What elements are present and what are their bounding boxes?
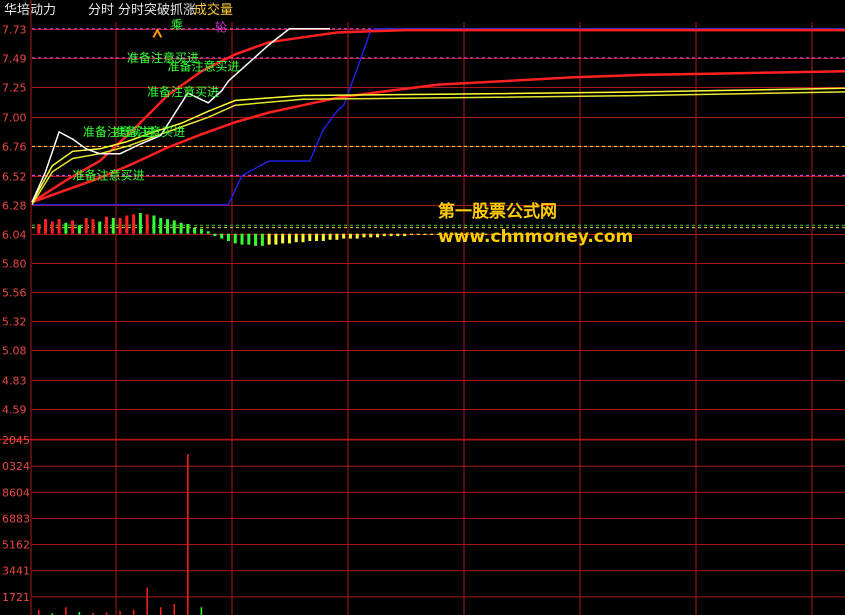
price-tick-label: 6.52	[2, 171, 27, 184]
histogram-bar	[362, 233, 366, 238]
histogram-bar	[77, 225, 81, 234]
signal-label: 准备注意买进	[147, 84, 219, 99]
histogram-bar	[37, 224, 41, 234]
watermark: 第一股票公式网 www.chnmoney.com	[438, 197, 633, 247]
histogram-bar	[152, 215, 156, 234]
histogram-bar	[213, 233, 217, 237]
histogram-bar	[423, 233, 427, 235]
histogram-bar	[382, 233, 386, 237]
histogram-bar	[260, 233, 264, 246]
histogram-bar	[172, 220, 176, 234]
histogram-bar	[294, 233, 298, 243]
histogram-bar	[206, 231, 210, 234]
volume-tick-label: 2045	[2, 434, 30, 447]
price-tick-label: 5.08	[2, 345, 27, 358]
histogram-bar	[254, 233, 258, 246]
histogram-bar	[111, 217, 115, 234]
histogram-bar	[308, 233, 312, 241]
histogram-bar	[193, 227, 197, 234]
histogram-bar	[335, 233, 339, 240]
histogram-bar	[132, 214, 136, 234]
watermark-title: 第一股票公式网	[438, 202, 557, 222]
histogram-bar	[159, 217, 163, 234]
price-tick-label: 5.80	[2, 258, 27, 271]
volume-tick-label: 6883	[2, 512, 30, 525]
price-tick-label: 5.32	[2, 316, 27, 329]
histogram-bar	[64, 222, 68, 234]
histogram-bar	[403, 233, 407, 237]
histogram-bar	[199, 228, 203, 234]
price-tick-label: 7.25	[2, 82, 27, 95]
histogram-bar	[71, 220, 75, 234]
histogram-bar	[274, 233, 278, 245]
histogram-bar	[287, 233, 291, 244]
price-tick-label: 6.04	[2, 229, 27, 242]
histogram-bar	[416, 233, 420, 235]
histogram-bar	[301, 233, 305, 243]
histogram-bar	[396, 233, 400, 237]
histogram-bar	[186, 224, 190, 234]
histogram-bar	[84, 217, 88, 234]
price-tick-label: 4.83	[2, 375, 27, 388]
histogram-bar	[226, 233, 230, 241]
price-tick-label: 7.00	[2, 112, 27, 125]
histogram-bar	[409, 233, 413, 235]
histogram-bar	[57, 219, 61, 234]
price-tick-label: 5.56	[2, 287, 27, 300]
signal-marker: 轮	[215, 21, 227, 35]
histogram-bar	[118, 217, 122, 234]
histogram-bar	[247, 233, 251, 245]
histogram-bar	[105, 216, 109, 234]
histogram-bar	[369, 233, 373, 238]
histogram-bar	[328, 233, 332, 240]
price-tick-label: 7.73	[2, 24, 27, 37]
histogram-bar	[281, 233, 285, 244]
histogram-bar	[376, 233, 380, 238]
series-average	[31, 87, 845, 203]
price-tick-label: 6.28	[2, 200, 27, 213]
histogram-bar	[50, 221, 54, 234]
histogram-bar	[430, 233, 434, 235]
histogram-bar	[267, 233, 271, 245]
price-tick-label: 7.49	[2, 53, 27, 66]
signal-label: 准备注意买进	[168, 58, 240, 73]
histogram-bar	[240, 233, 244, 245]
histogram-bar	[179, 222, 183, 234]
histogram-bar	[321, 233, 325, 241]
volume-tick-label: 1721	[2, 591, 30, 604]
histogram-bar	[166, 219, 169, 234]
histogram-bar	[233, 233, 237, 244]
volume-tick-label: 0324	[2, 460, 30, 473]
volume-tick-label: 3441	[2, 565, 30, 578]
chart-canvas[interactable]: 7.73 7.49 7.25 7.00 6.76 6.52 6.28 6.04 5.80 5.56…	[0, 0, 845, 615]
histogram-bar	[348, 233, 352, 239]
price-tick-label: 6.76	[2, 141, 27, 154]
peak-marker	[152, 27, 163, 38]
volume-tick-label: 5162	[2, 539, 30, 552]
signal-label: 准备注意买进	[113, 124, 185, 139]
histogram-bar	[91, 219, 95, 234]
histogram-bar	[315, 233, 319, 241]
histogram-bar	[220, 233, 224, 239]
watermark-url: www.chnmoney.com	[438, 227, 634, 247]
signal-label: 准备注意买进	[73, 168, 145, 183]
histogram-bar	[389, 233, 393, 237]
price-tick-label: 4.59	[2, 404, 27, 417]
signal-marker: 乘	[171, 18, 183, 32]
histogram-bar	[125, 215, 129, 234]
volume-tick-label: 8604	[2, 486, 30, 499]
histogram-bar	[98, 221, 102, 234]
histogram-bar	[342, 233, 346, 239]
histogram-bar	[138, 213, 142, 234]
histogram-bar	[145, 214, 149, 234]
histogram-bar	[355, 233, 359, 239]
histogram-bar	[44, 219, 48, 234]
